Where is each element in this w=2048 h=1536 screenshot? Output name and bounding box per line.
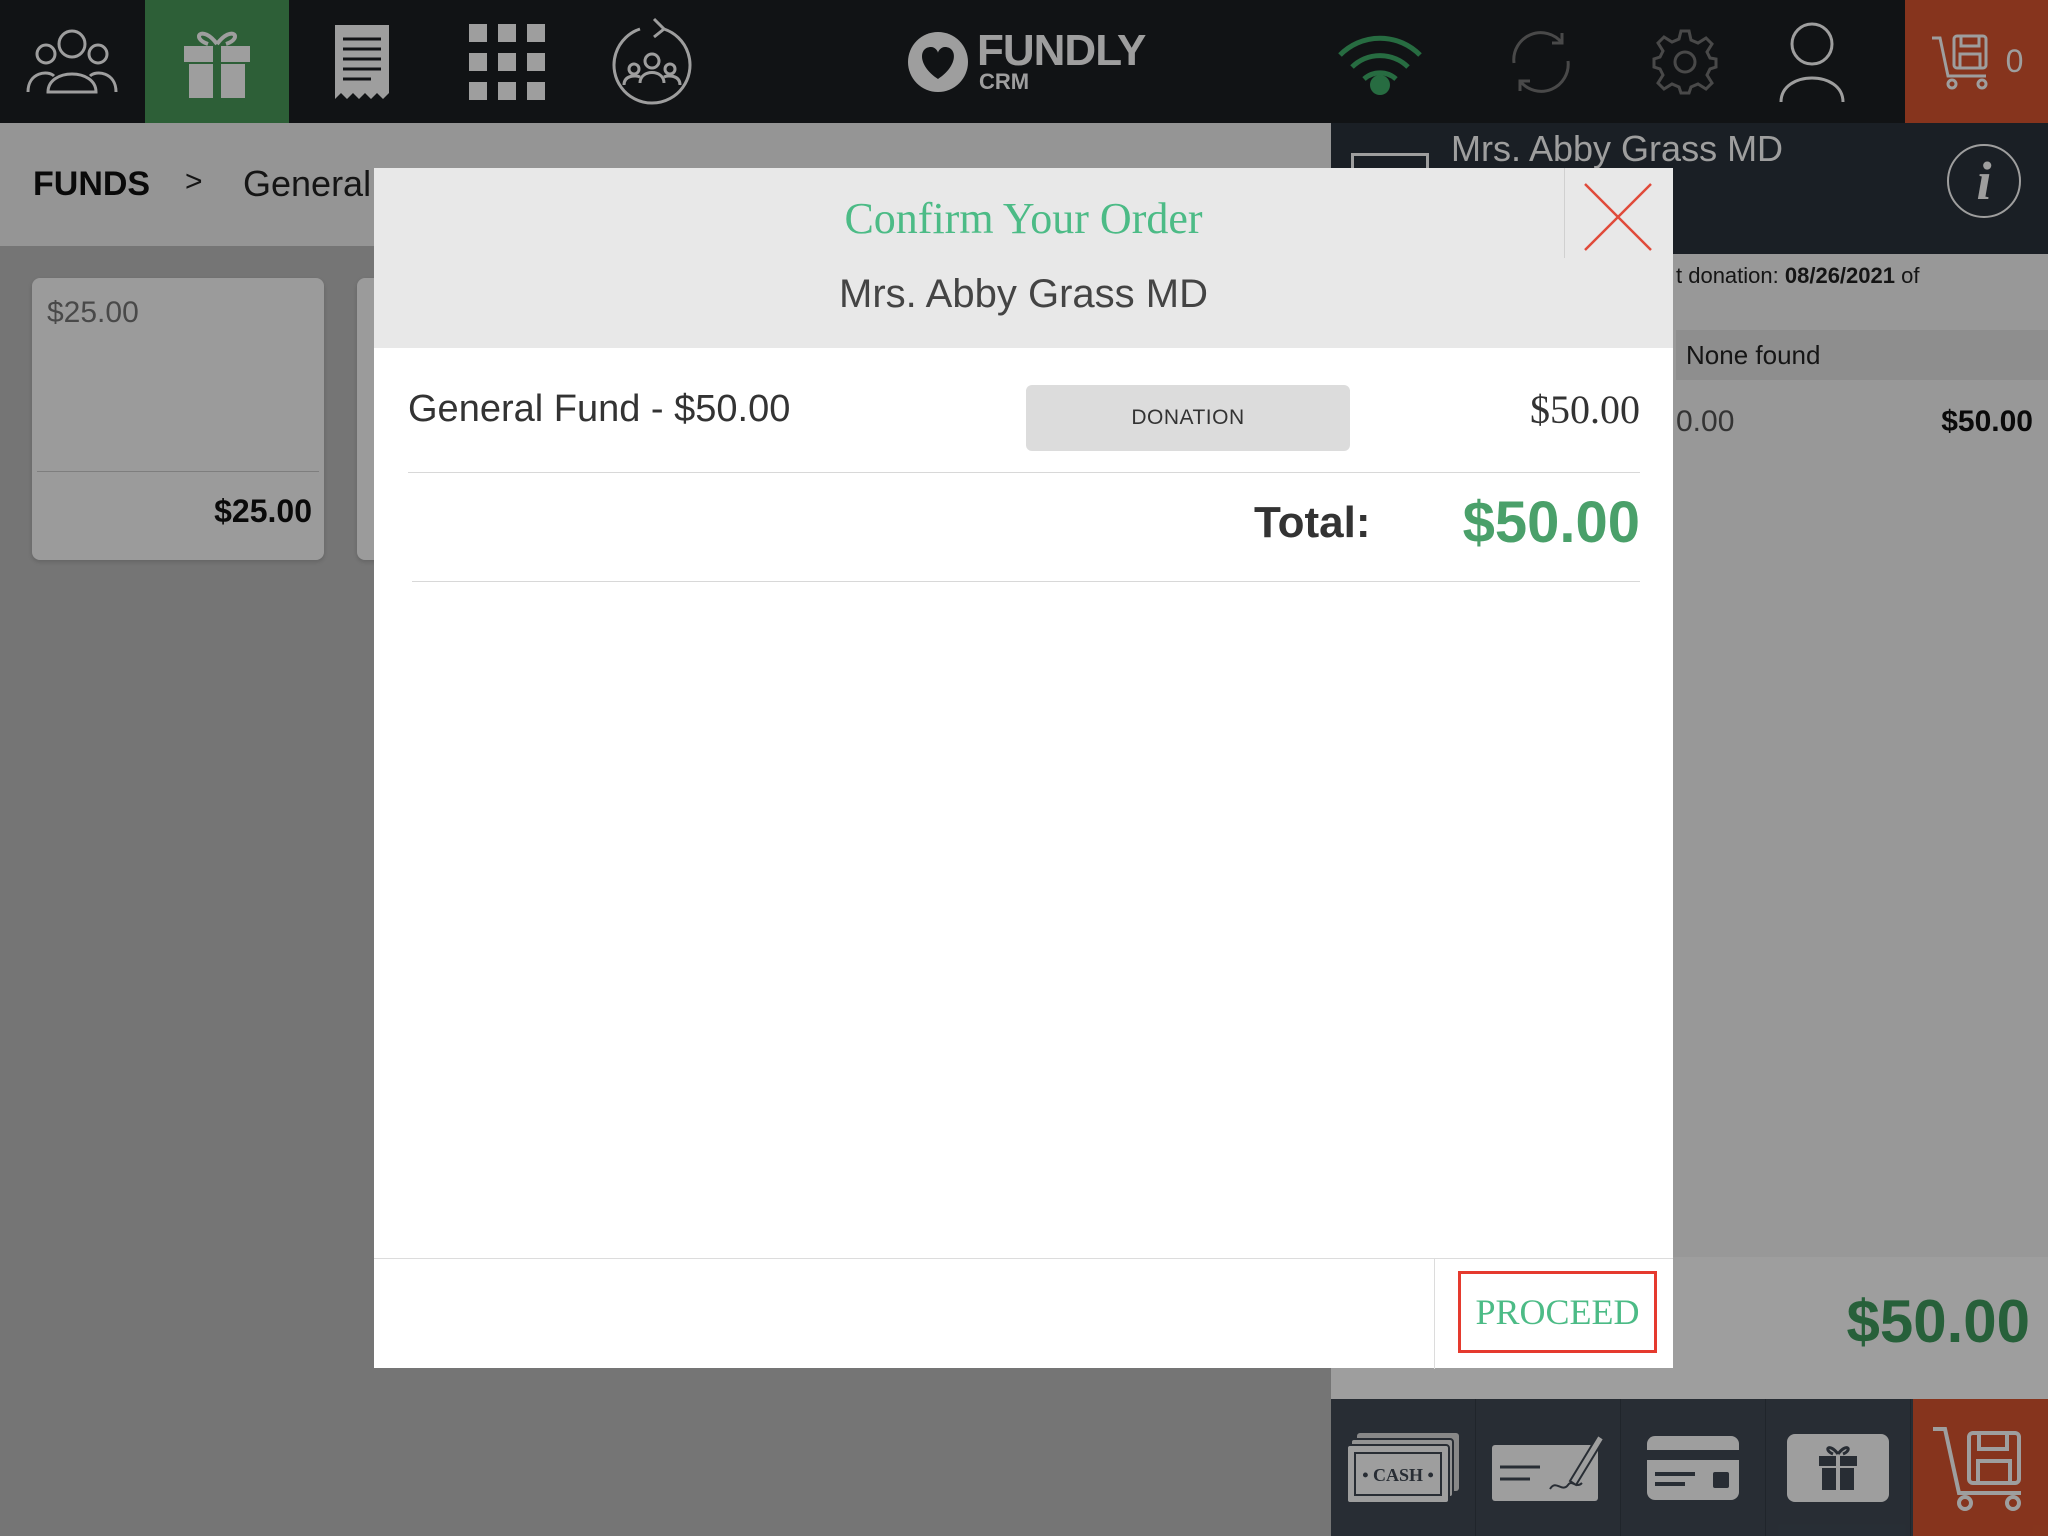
line-item-name: General Fund - $50.00 (408, 388, 791, 430)
order-total-row: Total: $50.00 (412, 473, 1640, 582)
close-button[interactable] (1564, 168, 1674, 258)
proceed-button[interactable]: PROCEED (1458, 1271, 1657, 1353)
total-label: Total: (1254, 498, 1371, 547)
dialog-customer-name: Mrs. Abby Grass MD (839, 272, 1208, 316)
total-value: $50.00 (1462, 490, 1640, 555)
close-icon (1584, 183, 1652, 251)
footer-divider (1434, 1259, 1435, 1369)
dialog-title: Confirm Your Order (844, 194, 1203, 243)
line-item-type-badge: DONATION (1026, 385, 1350, 451)
dialog-header: Confirm Your Order Mrs. Abby Grass MD (374, 168, 1673, 348)
confirm-order-dialog: Confirm Your Order Mrs. Abby Grass MD Ge… (374, 168, 1673, 1369)
dialog-footer: PROCEED (374, 1258, 1673, 1369)
order-line-item: General Fund - $50.00 DONATION $50.00 (408, 348, 1640, 473)
line-item-price: $50.00 (1530, 387, 1640, 432)
